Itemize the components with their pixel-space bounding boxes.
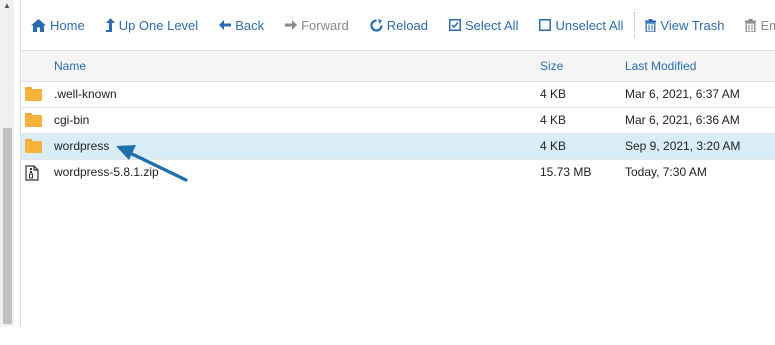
forward-label: Forward	[301, 17, 349, 33]
toolbar-separator	[634, 12, 636, 38]
checkbox-checked-icon	[448, 19, 461, 31]
scroll-up-arrow-icon[interactable]: ▲	[2, 0, 12, 12]
file-size: 4 KB	[540, 87, 567, 101]
select-all-button[interactable]: Select All	[448, 17, 519, 33]
file-modified: Mar 6, 2021, 6:37 AM	[625, 87, 740, 101]
file-size: 4 KB	[540, 113, 567, 127]
file-table-header: Name Size Last Modified	[21, 50, 775, 82]
view-trash-button[interactable]: View Trash	[645, 18, 724, 33]
file-name: .well-known	[54, 87, 117, 101]
left-scrollbar[interactable]: ▲	[0, 0, 14, 326]
file-modified: Today, 7:30 AM	[625, 165, 707, 179]
folder-icon	[25, 113, 43, 128]
file-manager: Home Up One Level Back Forward Reload Se…	[20, 0, 775, 326]
view-trash-label: View Trash	[660, 17, 725, 33]
select-all-label: Select All	[464, 17, 519, 33]
empty-trash-button[interactable]: Empty Tra	[745, 18, 775, 33]
trash-icon	[645, 18, 657, 32]
folder-icon	[25, 87, 43, 102]
arrow-right-icon	[285, 20, 298, 30]
empty-trash-label: Empty Tra	[760, 17, 775, 33]
file-name: wordpress-5.8.1.zip	[54, 165, 159, 179]
forward-button[interactable]: Forward	[285, 18, 349, 33]
home-label: Home	[50, 17, 85, 33]
back-label: Back	[235, 17, 265, 33]
home-icon	[31, 18, 46, 32]
back-button[interactable]: Back	[219, 18, 264, 33]
home-button[interactable]: Home	[31, 18, 85, 33]
reload-label: Reload	[386, 17, 428, 33]
level-up-icon	[105, 18, 115, 32]
unselect-all-label: Unselect All	[555, 17, 624, 33]
file-modified: Mar 6, 2021, 6:36 AM	[625, 113, 740, 127]
folder-icon	[25, 139, 43, 154]
checkbox-empty-icon	[539, 19, 552, 31]
table-row[interactable]: wordpress-5.8.1.zip 15.73 MB Today, 7:30…	[21, 160, 775, 185]
zip-file-icon	[25, 165, 43, 181]
arrow-left-icon	[219, 20, 232, 30]
toolbar: Home Up One Level Back Forward Reload Se…	[21, 0, 775, 50]
file-name: wordpress	[54, 139, 110, 153]
unselect-all-button[interactable]: Unselect All	[539, 18, 623, 33]
column-header-name[interactable]: Name	[54, 51, 86, 81]
reload-button[interactable]: Reload	[370, 18, 428, 33]
file-modified: Sep 9, 2021, 3:20 AM	[625, 139, 741, 153]
trash-icon	[745, 18, 757, 32]
column-header-last-modified[interactable]: Last Modified	[625, 51, 696, 81]
scroll-thumb[interactable]	[3, 128, 12, 324]
up-one-level-button[interactable]: Up One Level	[105, 17, 199, 33]
file-name: cgi-bin	[54, 113, 90, 127]
file-size: 15.73 MB	[540, 165, 592, 179]
refresh-icon	[370, 18, 383, 32]
table-row[interactable]: cgi-bin 4 KB Mar 6, 2021, 6:36 AM	[21, 108, 775, 134]
table-row[interactable]: .well-known 4 KB Mar 6, 2021, 6:37 AM	[21, 82, 775, 108]
up-one-level-label: Up One Level	[118, 17, 199, 33]
column-header-size[interactable]: Size	[540, 51, 563, 81]
table-row-selected[interactable]: wordpress 4 KB Sep 9, 2021, 3:20 AM	[21, 134, 775, 160]
file-size: 4 KB	[540, 139, 567, 153]
